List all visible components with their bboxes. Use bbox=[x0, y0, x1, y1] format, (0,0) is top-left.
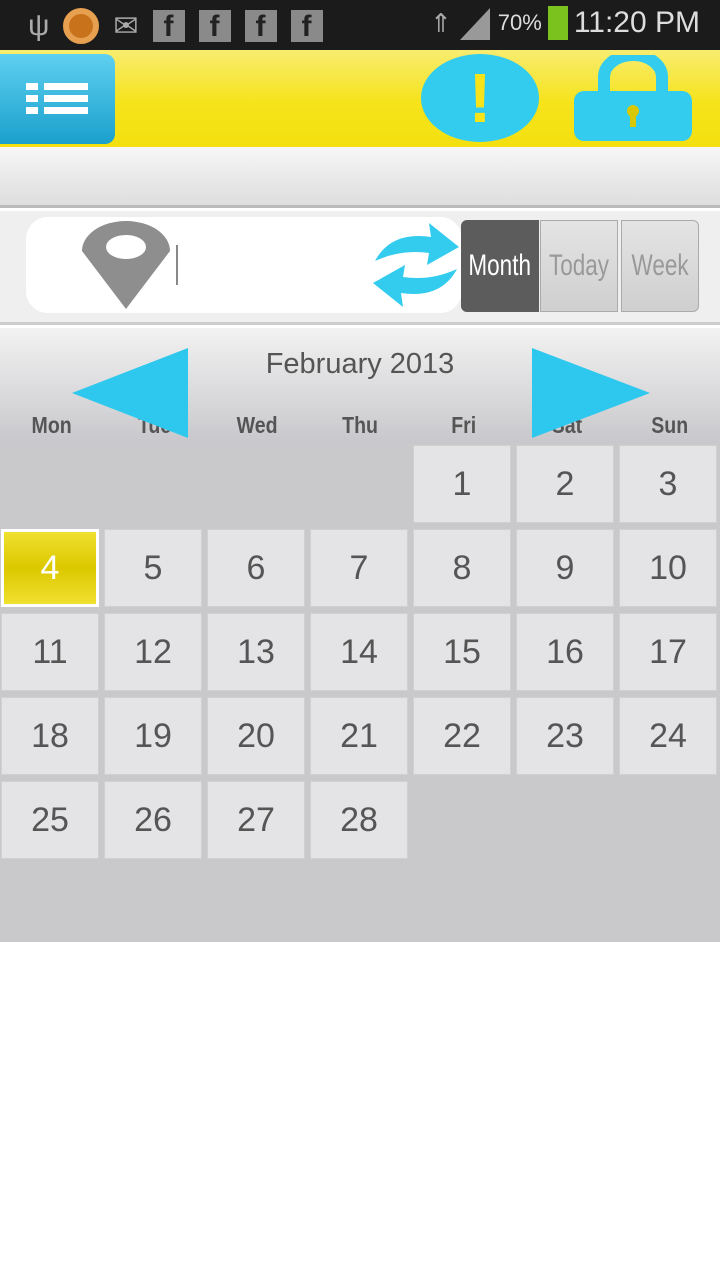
calendar-day[interactable]: 14 bbox=[310, 613, 408, 691]
calendar-day[interactable]: 24 bbox=[619, 697, 717, 775]
facebook-icon: f bbox=[152, 10, 185, 42]
tab-week[interactable]: Week bbox=[621, 220, 699, 312]
status-bar: ψ ✉ f f f f ⇑ 70% 11:20 PM bbox=[0, 0, 720, 50]
wifi-icon: ⇑ bbox=[429, 7, 452, 38]
usb-icon: ψ bbox=[28, 9, 50, 42]
weekday-text: Wed bbox=[237, 412, 278, 438]
calendar-day[interactable]: 9 bbox=[516, 529, 614, 607]
facebook-icon: f bbox=[290, 10, 323, 42]
tab-today-label: Today bbox=[548, 249, 610, 282]
calendar-day-selected[interactable]: 4 bbox=[1, 529, 99, 607]
prev-month-button[interactable] bbox=[70, 348, 190, 438]
search-input[interactable] bbox=[176, 245, 346, 285]
menu-icon bbox=[25, 83, 88, 114]
calendar-day[interactable]: 26 bbox=[104, 781, 202, 859]
calendar-day[interactable]: 11 bbox=[1, 613, 99, 691]
calendar-day[interactable]: 10 bbox=[619, 529, 717, 607]
facebook-icon: f bbox=[198, 10, 231, 42]
calendar-day[interactable]: 12 bbox=[104, 613, 202, 691]
weekday-text: Mon bbox=[31, 412, 72, 438]
weekday-text: Thu bbox=[342, 412, 379, 438]
calendar-day[interactable]: 25 bbox=[1, 781, 99, 859]
location-pin-icon[interactable] bbox=[62, 221, 190, 309]
calendar-day[interactable]: 5 bbox=[104, 529, 202, 607]
calendar-day[interactable]: 17 bbox=[619, 613, 717, 691]
battery-level: 70% bbox=[497, 10, 542, 35]
search-row: Month Today Week bbox=[0, 211, 720, 325]
calendar-day[interactable]: 7 bbox=[310, 529, 408, 607]
calendar-day[interactable]: 23 bbox=[516, 697, 614, 775]
calendar-day[interactable]: 19 bbox=[104, 697, 202, 775]
calendar-day[interactable]: 2 bbox=[516, 445, 614, 523]
toolbar-strip bbox=[0, 147, 720, 208]
weekday-label: Thu bbox=[309, 412, 412, 439]
calendar-day[interactable]: 6 bbox=[207, 529, 305, 607]
email-icon: ✉ bbox=[113, 9, 139, 43]
refresh-icon[interactable] bbox=[371, 221, 461, 309]
weekday-text: Sun bbox=[651, 412, 688, 438]
tab-week-label: Week bbox=[631, 249, 689, 282]
tab-month[interactable]: Month bbox=[461, 220, 539, 312]
weekday-label: Wed bbox=[206, 412, 309, 439]
calendar-day[interactable]: 8 bbox=[413, 529, 511, 607]
calendar-day[interactable]: 28 bbox=[310, 781, 408, 859]
calendar-day[interactable]: 27 bbox=[207, 781, 305, 859]
calendar-day[interactable]: 22 bbox=[413, 697, 511, 775]
calendar-day[interactable]: 15 bbox=[413, 613, 511, 691]
calendar-day[interactable]: 13 bbox=[207, 613, 305, 691]
alert-button[interactable]: ! bbox=[421, 54, 539, 142]
calendar-day[interactable]: 16 bbox=[516, 613, 614, 691]
calendar-grid: 1 2 3 4 5 6 7 8 9 10 11 12 13 14 15 16 17 18 19 20 21 22 23 24 2… bbox=[0, 443, 720, 942]
alert-icon: ! bbox=[468, 59, 492, 137]
next-month-button[interactable] bbox=[532, 348, 652, 438]
calendar-day[interactable]: 21 bbox=[310, 697, 408, 775]
tab-month-label: Month bbox=[468, 249, 532, 282]
facebook-icon: f bbox=[244, 10, 277, 42]
calendar-day[interactable]: 20 bbox=[207, 697, 305, 775]
calendar-day[interactable]: 18 bbox=[1, 697, 99, 775]
lock-button[interactable] bbox=[572, 55, 694, 143]
clock: 11:20 PM bbox=[573, 6, 700, 39]
search-box bbox=[26, 217, 462, 313]
menu-button[interactable] bbox=[0, 54, 115, 144]
weekday-label: Fri bbox=[412, 412, 515, 439]
weekday-text: Fri bbox=[451, 412, 476, 438]
battery-charging-icon bbox=[547, 6, 568, 40]
calendar-day[interactable]: 3 bbox=[619, 445, 717, 523]
calendar-day[interactable]: 1 bbox=[413, 445, 511, 523]
tab-today[interactable]: Today bbox=[540, 220, 618, 312]
signal-icon bbox=[459, 8, 490, 40]
app-icon bbox=[63, 8, 100, 44]
calendar-header: February 2013 MonTueWedThuFriSatSun bbox=[0, 328, 720, 443]
